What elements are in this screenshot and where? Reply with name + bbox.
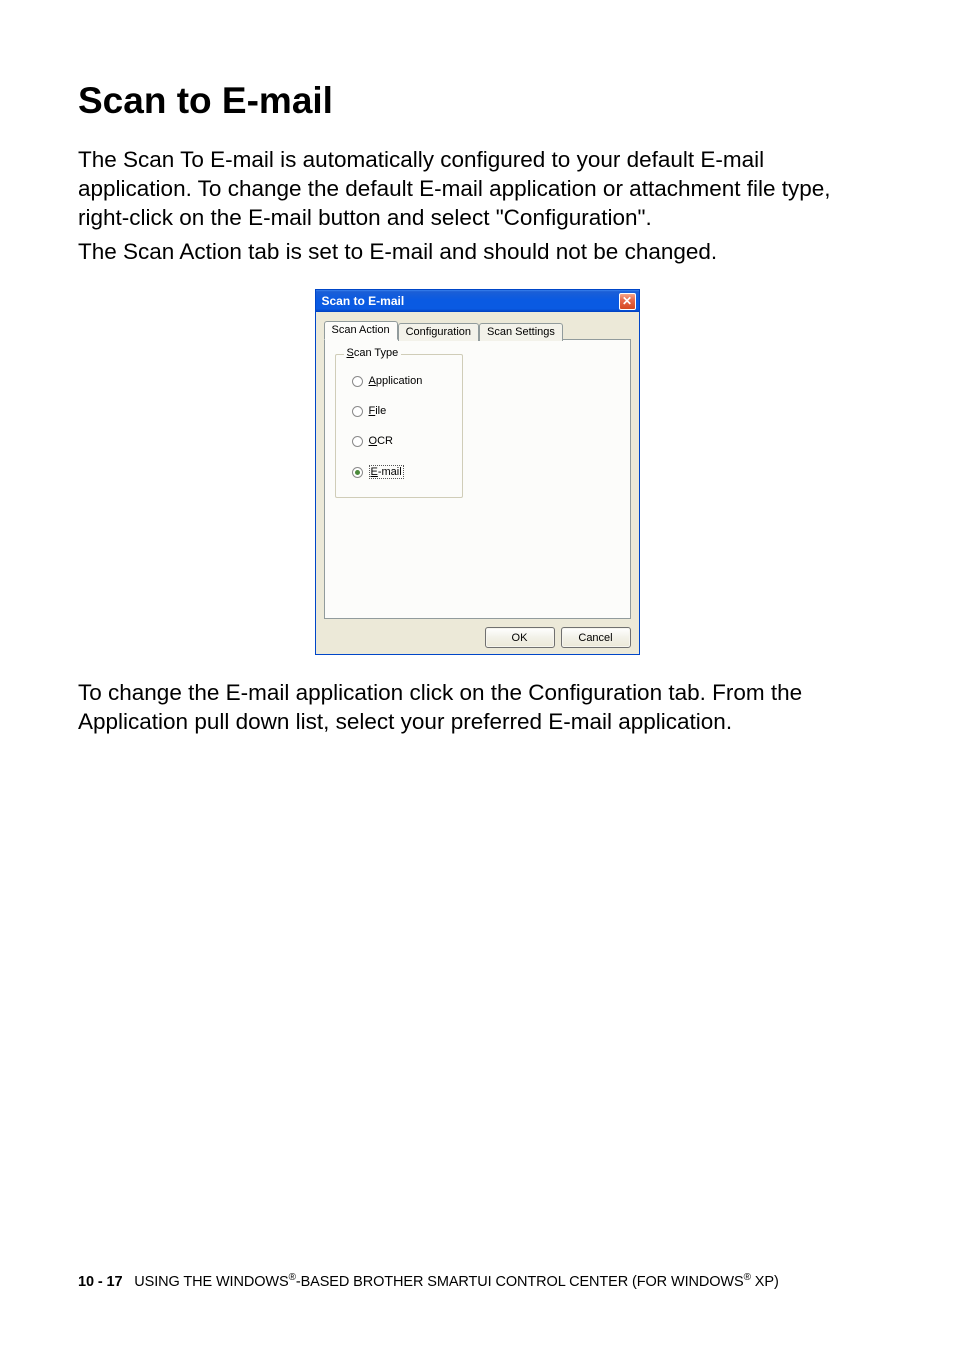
radio-icon: [352, 467, 363, 478]
dialog-title: Scan to E-mail: [322, 294, 405, 308]
tab-strip: Scan Action Configuration Scan Settings: [324, 320, 631, 339]
close-icon: ✕: [622, 295, 632, 307]
scan-type-group: Scan Type Application File OCR: [335, 354, 463, 498]
radio-icon: [352, 436, 363, 447]
outro-paragraph: To change the E-mail application click o…: [78, 679, 876, 737]
radio-ocr-label: OCR: [369, 435, 393, 447]
dialog-body: Scan Action Configuration Scan Settings …: [316, 312, 639, 654]
tab-panel-scan-action: Scan Type Application File OCR: [324, 339, 631, 619]
page-heading: Scan to E-mail: [78, 80, 876, 122]
page-footer: 10 - 17 USING THE WINDOWS®-BASED BROTHER…: [78, 1272, 876, 1290]
scan-type-group-label: Scan Type: [344, 347, 402, 359]
footer-text-post: XP): [751, 1274, 779, 1290]
close-button[interactable]: ✕: [619, 293, 636, 310]
radio-file-label: File: [369, 405, 387, 417]
page-number: 10 - 17: [78, 1274, 122, 1290]
radio-icon: [352, 376, 363, 387]
scan-type-label-rest: can Type: [354, 347, 398, 359]
footer-text-pre: USING THE WINDOWS: [134, 1274, 288, 1290]
radio-email-label: E-mail: [369, 465, 404, 479]
intro-paragraph-1: The Scan To E-mail is automatically conf…: [78, 146, 876, 232]
radio-application[interactable]: Application: [352, 375, 452, 387]
registered-icon: ®: [289, 1272, 296, 1283]
dialog-titlebar: Scan to E-mail ✕: [316, 290, 639, 312]
cancel-button[interactable]: Cancel: [561, 627, 631, 648]
registered-icon: ®: [744, 1272, 751, 1283]
tab-configuration[interactable]: Configuration: [398, 323, 479, 341]
radio-ocr[interactable]: OCR: [352, 435, 452, 447]
radio-email[interactable]: E-mail: [352, 465, 452, 479]
scan-type-label-underline: S: [347, 347, 354, 359]
dialog-button-row: OK Cancel: [324, 627, 631, 648]
intro-paragraph-2: The Scan Action tab is set to E-mail and…: [78, 238, 876, 267]
radio-icon: [352, 406, 363, 417]
footer-text-mid: -BASED BROTHER SMARTUI CONTROL CENTER (F…: [296, 1274, 744, 1290]
tab-scan-action[interactable]: Scan Action: [324, 321, 398, 340]
ok-button[interactable]: OK: [485, 627, 555, 648]
radio-application-label: Application: [369, 375, 423, 387]
scan-to-email-dialog: Scan to E-mail ✕ Scan Action Configurati…: [315, 289, 640, 655]
tab-scan-settings[interactable]: Scan Settings: [479, 323, 563, 341]
radio-file[interactable]: File: [352, 405, 452, 417]
dialog-screenshot: Scan to E-mail ✕ Scan Action Configurati…: [78, 289, 876, 655]
